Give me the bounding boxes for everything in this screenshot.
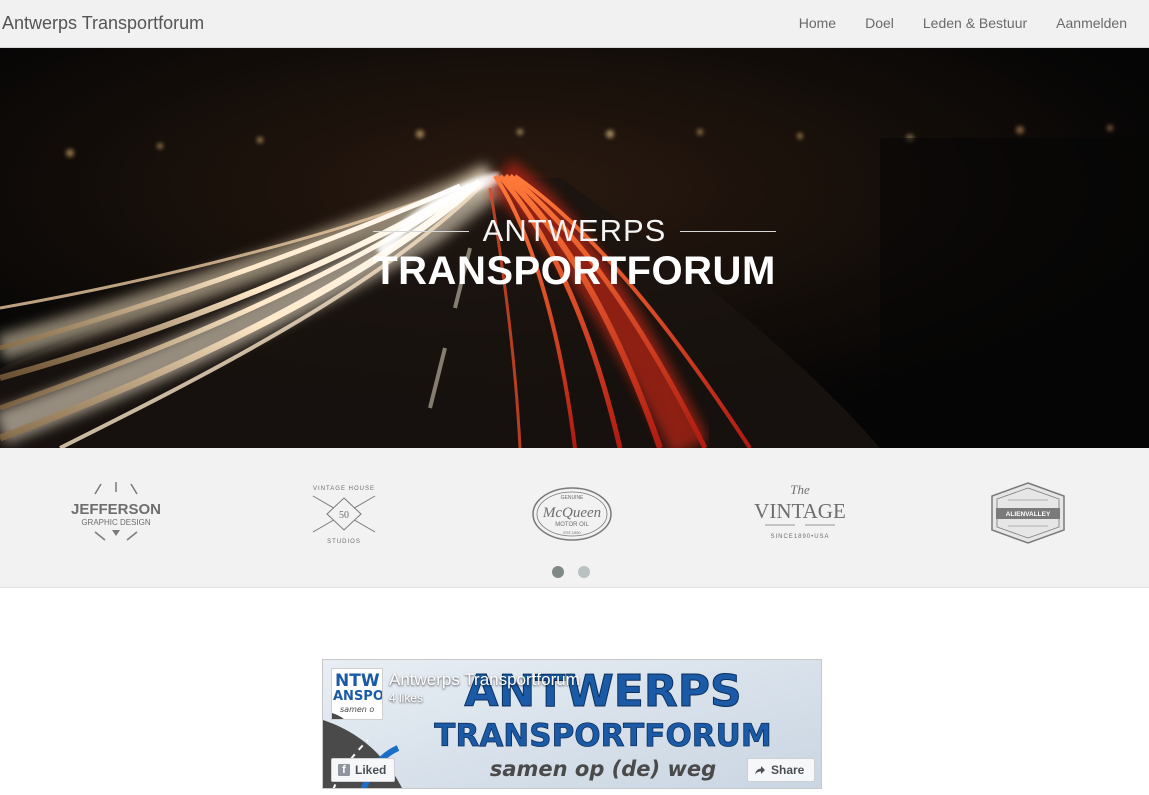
the-vintage-logo-graphic: The VINTAGE SINCE1890•USA xyxy=(754,482,846,540)
nav-links: Home Doel Leden & Bestuur Aanmelden xyxy=(784,15,1141,31)
liked-label: Liked xyxy=(355,763,387,777)
vintage-house-logo[interactable]: 50 VINTAGE HOUSE STUDIOS xyxy=(289,480,399,546)
liked-button[interactable]: f Liked xyxy=(331,758,395,782)
the-vintage-logo-line2: VINTAGE xyxy=(754,499,846,523)
mcqueen-logo-bottom: EST.1950 xyxy=(563,530,581,535)
avatar-text1: NTW xyxy=(335,671,380,691)
facebook-f-icon: f xyxy=(338,764,350,776)
hero-banner: ANTWERPS TRANSPORTFORUM xyxy=(0,48,1149,448)
hero-title: ANTWERPS TRANSPORTFORUM xyxy=(0,213,1149,293)
avatar-text2: ANSPO xyxy=(333,689,383,704)
nav-link-leden-bestuur[interactable]: Leden & Bestuur xyxy=(908,15,1041,31)
carousel-dot-1[interactable] xyxy=(552,566,564,578)
alienvalley-logo-line1: ALIENVALLEY xyxy=(1006,511,1051,518)
hero-title-top: ANTWERPS xyxy=(372,213,777,249)
jefferson-logo-graphic: JEFFERSON GRAPHIC DESIGN xyxy=(71,482,161,541)
hero-divider-left xyxy=(372,230,469,232)
mcqueen-logo-top: GENUINE xyxy=(561,495,584,501)
vintage-house-line2: STUDIOS xyxy=(327,539,361,545)
share-arrow-icon xyxy=(755,765,765,775)
facebook-page-avatar[interactable]: NTW ANSPO samen o xyxy=(331,668,383,720)
the-vintage-logo-line3: SINCE1890•USA xyxy=(770,534,829,540)
top-navbar: Antwerps Transportforum Home Doel Leden … xyxy=(0,0,1149,48)
alienvalley-logo-graphic: ALIENVALLEY xyxy=(991,482,1065,544)
jefferson-logo-line2: GRAPHIC DESIGN xyxy=(81,518,151,527)
avatar-text3: samen o xyxy=(340,705,374,714)
facebook-page-name[interactable]: Antwerps Transportforum xyxy=(389,670,580,690)
mcqueen-logo-line2: MOTOR OIL xyxy=(555,522,589,528)
mcqueen-logo[interactable]: GENUINE McQueen MOTOR OIL EST.1950 xyxy=(517,480,627,546)
mcqueen-logo-graphic: GENUINE McQueen MOTOR OIL EST.1950 xyxy=(532,487,612,541)
jefferson-logo[interactable]: JEFFERSON GRAPHIC DESIGN xyxy=(61,480,171,546)
nav-link-home[interactable]: Home xyxy=(784,15,850,31)
share-button[interactable]: Share xyxy=(747,758,815,782)
site-brand[interactable]: Antwerps Transportforum xyxy=(2,13,204,34)
facebook-widget-bottom-border xyxy=(322,788,822,789)
nav-link-doel[interactable]: Doel xyxy=(850,15,908,31)
the-vintage-logo-line1: The xyxy=(790,482,810,497)
jefferson-logo-line1: JEFFERSON xyxy=(71,501,161,518)
hero-title-bottom: TRANSPORTFORUM xyxy=(373,249,776,293)
the-vintage-logo[interactable]: The VINTAGE SINCE1890•USA xyxy=(745,480,855,546)
cover-line3: samen op (de) weg xyxy=(490,757,716,781)
facebook-page-widget[interactable]: ANTWERPS TRANSPORTFORUM samen op (de) we… xyxy=(322,659,822,789)
carousel-pagination xyxy=(552,566,590,578)
share-label: Share xyxy=(771,763,805,777)
carousel-dot-2[interactable] xyxy=(578,566,590,578)
hero-divider-right xyxy=(680,230,777,232)
partner-logo-carousel: JEFFERSON GRAPHIC DESIGN 50 VINTAGE HOUS… xyxy=(0,448,1149,588)
mcqueen-logo-line1: McQueen xyxy=(542,505,601,521)
alienvalley-logo[interactable]: ALIENVALLEY xyxy=(973,480,1083,546)
vintage-house-badge: 50 xyxy=(339,510,349,521)
cover-line2: TRANSPORTFORUM xyxy=(434,718,771,754)
nav-link-aanmelden[interactable]: Aanmelden xyxy=(1041,15,1141,31)
avatar-logo-graphic: NTW ANSPO samen o xyxy=(332,669,383,719)
hero-title-top-text: ANTWERPS xyxy=(482,213,667,248)
vintage-house-line1: VINTAGE HOUSE xyxy=(313,486,375,492)
facebook-likes-count: 4 likes xyxy=(389,691,424,705)
vintage-house-logo-graphic: 50 VINTAGE HOUSE STUDIOS xyxy=(312,486,376,545)
